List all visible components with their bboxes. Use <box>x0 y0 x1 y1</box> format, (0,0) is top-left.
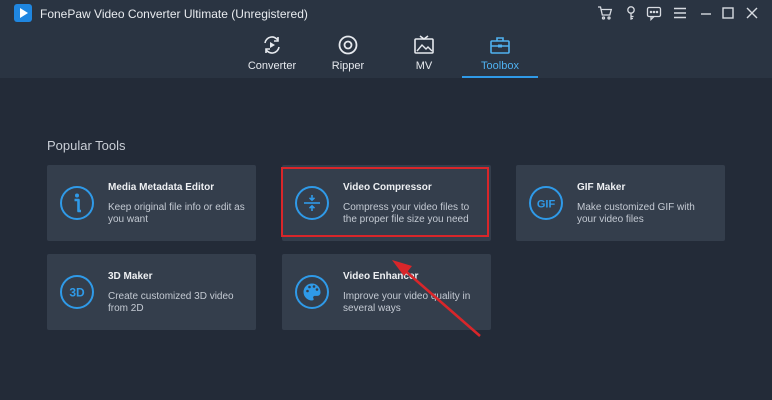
tab-mv[interactable]: MV <box>386 30 462 78</box>
key-icon[interactable] <box>622 4 640 22</box>
tab-converter[interactable]: Converter <box>234 30 310 78</box>
tool-description: Make customized GIF with your video file… <box>577 202 695 225</box>
feedback-icon[interactable] <box>645 4 663 22</box>
tool-title: Video Enhancer <box>343 271 419 282</box>
active-tab-indicator <box>462 76 538 78</box>
tab-toolbox[interactable]: Toolbox <box>462 30 538 78</box>
ripper-icon <box>338 35 358 55</box>
info-icon <box>60 186 94 220</box>
tab-converter-label: Converter <box>247 60 297 72</box>
tool-title: 3D Maker <box>108 271 153 282</box>
close-icon[interactable] <box>743 4 761 22</box>
tool-description: Improve your video quality in several wa… <box>343 291 471 314</box>
app-logo-icon <box>14 4 32 22</box>
tab-ripper-label: Ripper <box>331 60 365 72</box>
toolbox-icon <box>490 37 510 54</box>
highlight-box <box>281 167 489 237</box>
converter-icon <box>264 36 280 54</box>
menu-icon[interactable] <box>671 4 689 22</box>
palette-icon <box>295 275 329 309</box>
title-bar: FonePaw Video Converter Ultimate (Unregi… <box>0 0 772 78</box>
tool-description: Keep original file info or edit as you w… <box>108 202 245 225</box>
tool-card-media-metadata-editor[interactable]: Media Metadata Editor Keep original file… <box>47 165 256 241</box>
tab-ripper[interactable]: Ripper <box>310 30 386 78</box>
3d-icon: 3D <box>60 275 94 309</box>
tab-toolbox-label: Toolbox <box>481 60 519 72</box>
section-title: Popular Tools <box>47 138 126 153</box>
tool-card-3d-maker[interactable]: 3D 3D Maker Create customized 3D video f… <box>47 254 256 330</box>
main-tabs: Converter Ripper MV Toolbox <box>0 30 772 78</box>
tab-mv-label: MV <box>415 60 433 72</box>
app-title: FonePaw Video Converter Ultimate (Unregi… <box>40 7 308 21</box>
tool-card-video-enhancer[interactable]: Video Enhancer Improve your video qualit… <box>282 254 491 330</box>
tool-description: Create customized 3D video from 2D <box>108 291 234 314</box>
gif-icon: GIF <box>529 186 563 220</box>
gif-icon-text: GIF <box>537 199 556 211</box>
tool-title: GIF Maker <box>577 182 626 193</box>
tool-title: Media Metadata Editor <box>108 182 215 193</box>
3d-icon-text: 3D <box>69 286 85 300</box>
mv-icon <box>414 35 434 54</box>
tool-card-gif-maker[interactable]: GIF GIF Maker Make customized GIF with y… <box>516 165 725 241</box>
minimize-icon[interactable] <box>697 4 715 22</box>
maximize-icon[interactable] <box>719 4 737 22</box>
cart-icon[interactable] <box>596 4 614 22</box>
